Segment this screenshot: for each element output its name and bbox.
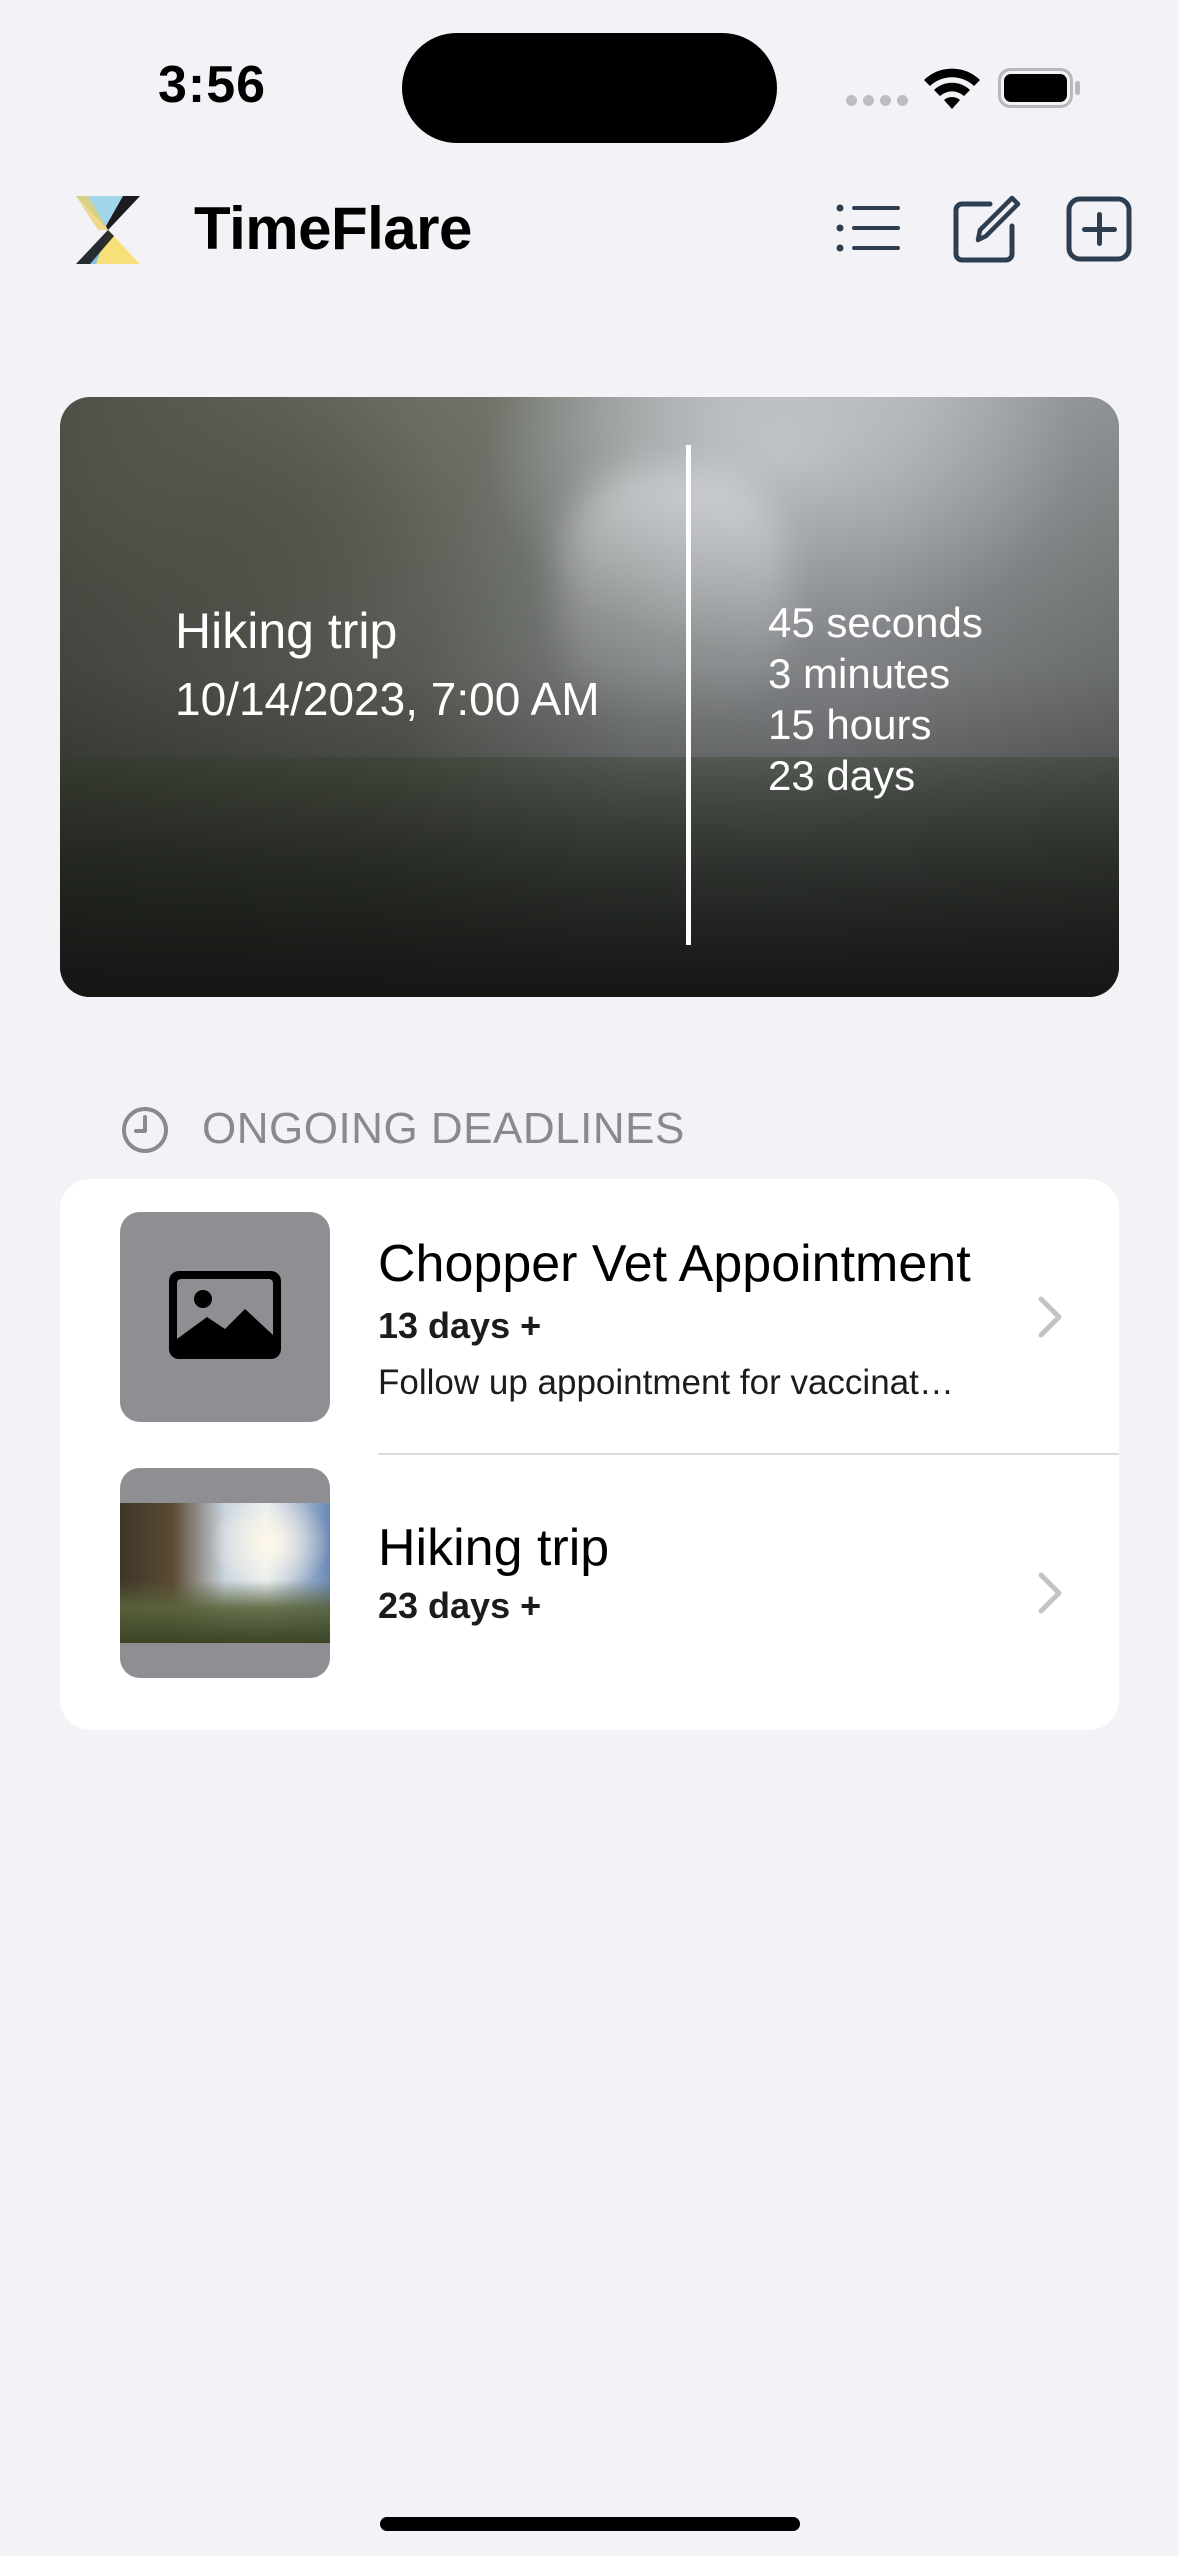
chevron-right-icon <box>1038 1572 1062 1614</box>
card-divider <box>686 445 691 945</box>
list-view-button[interactable] <box>832 192 904 264</box>
hourglass-logo-icon <box>76 196 140 264</box>
countdown-seconds: 45 seconds <box>768 599 983 646</box>
section-title: ONGOING DEADLINES <box>202 1104 685 1153</box>
clock-icon <box>122 1107 168 1153</box>
add-button[interactable] <box>1064 192 1136 264</box>
featured-date: 10/14/2023, 7:00 AM <box>175 673 600 725</box>
dynamic-island <box>402 33 777 143</box>
countdown-minutes: 3 minutes <box>768 650 951 697</box>
deadline-list: Chopper Vet Appointment 13 days + Follow… <box>60 1179 1119 1730</box>
deadline-remaining: 13 days + <box>378 1305 542 1346</box>
waterfall-photo <box>120 1503 330 1643</box>
app-title: TimeFlare <box>194 195 472 262</box>
deadline-description: Follow up appointment for vaccinat… <box>378 1363 954 1402</box>
countdown-units: 45 seconds 3 minutes 15 hours 23 days <box>768 597 983 801</box>
home-indicator[interactable] <box>380 2517 800 2531</box>
status-bar: 3:56 <box>0 0 1179 170</box>
deadline-title: Chopper Vet Appointment <box>378 1235 971 1293</box>
deadline-thumbnail <box>120 1212 330 1422</box>
deadline-title: Hiking trip <box>378 1519 610 1577</box>
list-item[interactable]: Hiking trip 23 days + <box>60 1455 1119 1730</box>
countdown-days: 23 days <box>768 752 916 799</box>
featured-deadline-card[interactable]: Hiking trip 10/14/2023, 7:00 AM 45 secon… <box>60 397 1119 997</box>
deadline-thumbnail <box>120 1468 330 1678</box>
cellular-signal-icon <box>846 95 908 106</box>
wifi-icon <box>924 68 980 109</box>
featured-title: Hiking trip <box>175 603 398 659</box>
edit-button[interactable] <box>950 192 1022 264</box>
chevron-right-icon <box>1038 1296 1062 1338</box>
deadline-remaining: 23 days + <box>378 1585 542 1626</box>
battery-icon <box>998 68 1080 108</box>
image-placeholder-icon <box>169 1271 281 1359</box>
status-time: 3:56 <box>158 56 267 114</box>
app-header: TimeFlare <box>0 170 1179 290</box>
list-item[interactable]: Chopper Vet Appointment 13 days + Follow… <box>60 1179 1119 1454</box>
countdown-hours: 15 hours <box>768 701 932 748</box>
